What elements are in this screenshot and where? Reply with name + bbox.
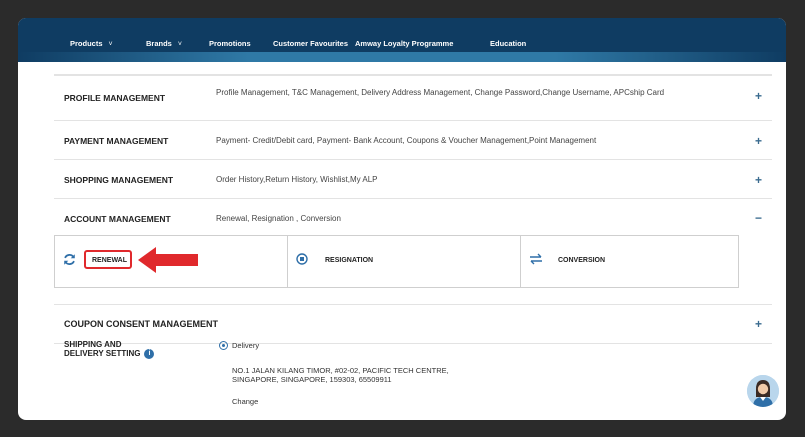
refresh-icon <box>64 254 75 265</box>
section-description: Payment- Credit/Debit card, Payment- Ban… <box>216 136 597 145</box>
info-icon[interactable]: i <box>144 349 155 359</box>
section-coupon-consent-management[interactable]: COUPON CONSENT MANAGEMENT + <box>54 304 772 344</box>
divider <box>54 343 772 344</box>
nav-accent-bar <box>18 52 786 62</box>
shipping-title-line1: SHIPPING AND <box>64 340 122 349</box>
expand-icon[interactable]: + <box>755 135 762 147</box>
chevron-down-icon: ˅ <box>177 41 182 48</box>
stop-circle-icon <box>296 253 308 265</box>
delivery-option-label: Delivery <box>232 341 260 350</box>
shipping-title-line2: DELIVERY SETTING i <box>64 349 155 359</box>
section-description: Order History,Return History, Wishlist,M… <box>216 175 378 184</box>
change-address-link[interactable]: Change <box>232 397 258 406</box>
section-description: Renewal, Resignation , Conversion <box>216 214 341 223</box>
expand-icon[interactable]: + <box>755 90 762 102</box>
swap-arrows-icon <box>530 253 542 265</box>
section-title: COUPON CONSENT MANAGEMENT <box>64 319 219 329</box>
avatar-icon <box>747 375 779 407</box>
expand-icon[interactable]: + <box>755 174 762 186</box>
browser-frame: Products ˅ Brands ˅ Promotions Customer Fa… <box>18 18 786 420</box>
nav-education[interactable]: Education <box>490 39 526 48</box>
nav-brands[interactable]: Brands ˅ <box>146 39 182 48</box>
conversion-card[interactable]: CONVERSION <box>520 235 739 288</box>
section-shopping-management[interactable]: SHOPPING MANAGEMENT Order History,Return… <box>54 160 772 199</box>
section-description: Profile Management, T&C Management, Deli… <box>216 88 665 97</box>
nav-promotions[interactable]: Promotions <box>209 39 251 48</box>
section-title: PAYMENT MANAGEMENT <box>64 136 169 146</box>
section-title: PROFILE MANAGEMENT <box>64 93 166 103</box>
nav-products-label: Products <box>70 39 103 48</box>
nav-products[interactable]: Products ˅ <box>70 39 113 48</box>
conversion-label: CONVERSION <box>558 257 606 264</box>
chat-assistant-avatar[interactable] <box>747 375 779 407</box>
section-title: SHOPPING MANAGEMENT <box>64 175 174 185</box>
resignation-label: RESIGNATION <box>325 257 374 264</box>
section-payment-management[interactable]: PAYMENT MANAGEMENT Payment- Credit/Debit… <box>54 121 772 160</box>
top-navigation: Products ˅ Brands ˅ Promotions Customer Fa… <box>18 18 786 62</box>
nav-brands-label: Brands <box>146 39 172 48</box>
delivery-radio[interactable] <box>219 341 228 350</box>
red-pointer-arrow-icon <box>138 247 198 273</box>
expand-icon[interactable]: + <box>755 318 762 330</box>
renewal-highlight-box <box>84 250 132 269</box>
chevron-down-icon: ˅ <box>108 41 113 48</box>
section-account-management[interactable]: ACCOUNT MANAGEMENT Renewal, Resignation … <box>54 199 772 237</box>
section-profile-management[interactable]: PROFILE MANAGEMENT Profile Management, T… <box>54 75 772 121</box>
nav-amway-loyalty-programme[interactable]: Amway Loyalty Programme <box>355 39 453 48</box>
resignation-card[interactable]: RESIGNATION <box>287 235 522 288</box>
shipping-delivery-setting-title: SHIPPING AND DELIVERY SETTING i <box>64 340 155 359</box>
collapse-icon[interactable]: − <box>755 212 762 224</box>
nav-customer-favourites[interactable]: Customer Favourites <box>273 39 348 48</box>
delivery-address: NO.1 JALAN KILANG TIMOR, #02-02, PACIFIC… <box>232 366 449 384</box>
section-title: ACCOUNT MANAGEMENT <box>64 214 171 224</box>
